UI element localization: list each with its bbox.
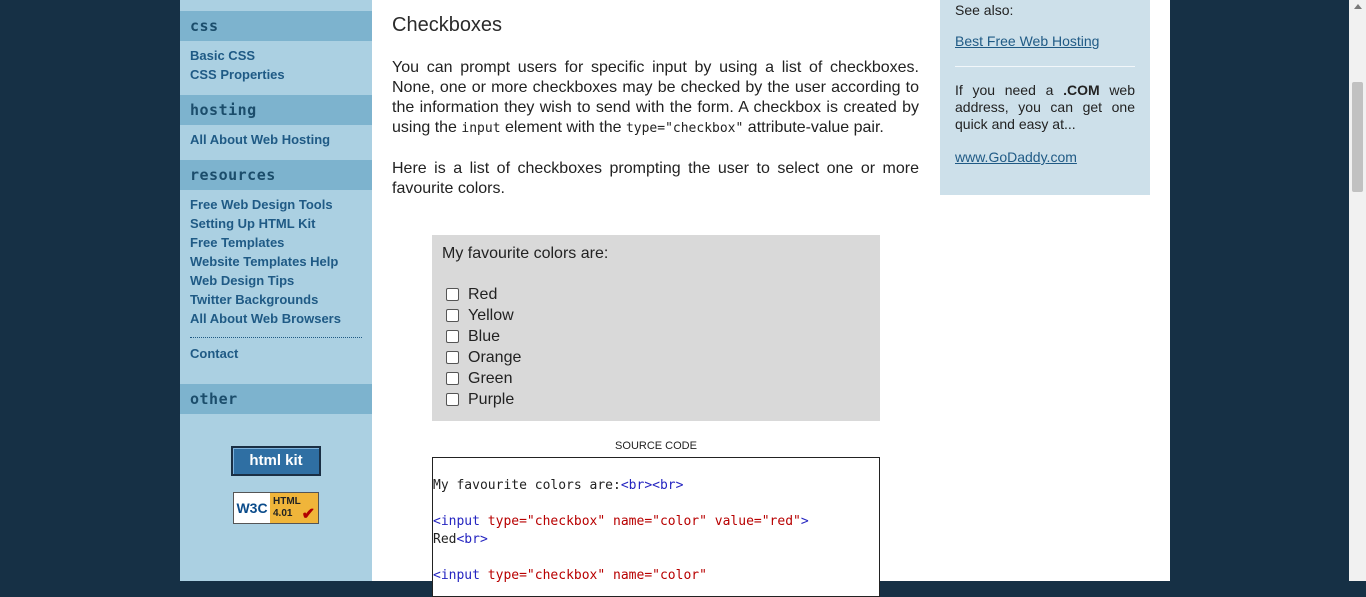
see-also-divider [955, 66, 1135, 67]
source-attrs: type="checkbox" name="color" value="red" [487, 514, 801, 529]
note-text-1: If you need a [955, 82, 1064, 98]
list-paragraph: Here is a list of checkboxes prompting t… [392, 160, 919, 197]
source-code-box: My favourite colors are:<br><br> <input … [432, 457, 880, 597]
source-tag: <br><br> [620, 478, 684, 493]
intro-paragraph: You can prompt users for specific input … [392, 58, 919, 139]
sidebar-link-web-hosting[interactable]: All About Web Hosting [190, 132, 330, 148]
sidebar-link-web-browsers[interactable]: All About Web Browsers [190, 311, 341, 327]
checkbox-box[interactable] [446, 309, 459, 322]
html-label: HTML [273, 496, 301, 507]
sidebar-link-web-design-tips[interactable]: Web Design Tips [190, 273, 294, 289]
page-scrollbar[interactable] [1349, 0, 1366, 581]
checkbox-label: Orange [468, 348, 522, 366]
html-version-label: HTML 4.01 ✔ [270, 493, 318, 523]
source-text: Red [433, 532, 457, 547]
checkbox-label: Purple [468, 390, 515, 408]
note-com: .COM [1063, 82, 1100, 98]
checkbox-box[interactable] [446, 288, 459, 301]
checkbox-label: Red [468, 285, 498, 303]
sidebar-link-free-templates[interactable]: Free Templates [190, 235, 284, 251]
best-free-web-hosting-link[interactable]: Best Free Web Hosting [955, 33, 1099, 49]
source-line: <input type="checkbox" name="color" valu… [433, 513, 809, 531]
checkbox-box[interactable] [446, 351, 459, 364]
scroll-thumb[interactable] [1352, 82, 1363, 192]
checkbox-demo: My favourite colors are: Red Yellow Blue… [432, 235, 880, 421]
sidebar-link-setting-up-html-kit[interactable]: Setting Up HTML Kit [190, 216, 315, 232]
version-label: 4.01 [273, 508, 293, 519]
sidebar-heading-hosting: hosting [180, 95, 372, 125]
scroll-up-icon[interactable] [1354, 4, 1362, 9]
checkbox-purple[interactable]: Purple [446, 389, 514, 410]
checkbox-red[interactable]: Red [446, 284, 497, 305]
page-title: Checkboxes [392, 14, 503, 36]
checkbox-label: Green [468, 369, 513, 387]
sidebar-link-contact[interactable]: Contact [190, 346, 238, 362]
w3c-logo: W3C [236, 500, 268, 516]
domain-note: If you need a .COM web address, you can … [955, 82, 1135, 133]
check-icon: ✔ [301, 506, 315, 523]
sidebar-link-website-templates-help[interactable]: Website Templates Help [190, 254, 338, 270]
intro-text-3: attribute-value pair. [743, 119, 884, 136]
source-line: My favourite colors are:<br><br> [433, 477, 683, 495]
demo-intro: My favourite colors are: [442, 245, 609, 262]
checkbox-box[interactable] [446, 330, 459, 343]
checkbox-label: Blue [468, 327, 501, 345]
source-tag: <br> [456, 532, 488, 547]
sidebar-link-basic-css[interactable]: Basic CSS [190, 48, 255, 64]
godaddy-link[interactable]: www.GoDaddy.com [955, 149, 1077, 165]
sidebar-divider [190, 337, 362, 338]
code-type-checkbox: type="checkbox" [625, 121, 744, 136]
checkbox-blue[interactable]: Blue [446, 326, 500, 347]
source-line: <input type="checkbox" name="color" [433, 567, 707, 585]
sidebar-link-css-properties[interactable]: CSS Properties [190, 67, 285, 83]
checkbox-box[interactable] [446, 393, 459, 406]
source-tag: <input [433, 514, 488, 529]
source-tag: > [800, 514, 809, 529]
source-text: My favourite colors are: [433, 478, 621, 493]
intro-text-2: element with the [500, 119, 626, 136]
html-kit-button[interactable]: html kit [231, 446, 321, 476]
sidebar-heading-resources: resources [180, 160, 372, 190]
w3c-html-badge[interactable]: W3C HTML 4.01 ✔ [233, 492, 319, 524]
source-code-label: SOURCE CODE [615, 440, 697, 452]
see-also-label: See also: [955, 2, 1014, 18]
sidebar-link-twitter-backgrounds[interactable]: Twitter Backgrounds [190, 292, 318, 308]
sidebar-heading-css: css [180, 11, 372, 41]
checkbox-box[interactable] [446, 372, 459, 385]
checkbox-green[interactable]: Green [446, 368, 512, 389]
checkbox-yellow[interactable]: Yellow [446, 305, 514, 326]
code-input: input [461, 121, 501, 136]
sidebar: css Basic CSS CSS Properties hosting All… [180, 0, 372, 581]
sidebar-heading-other: other [180, 384, 372, 414]
see-also-box: See also: Best Free Web Hosting If you n… [940, 0, 1150, 195]
checkbox-orange[interactable]: Orange [446, 347, 521, 368]
sidebar-link-free-web-design-tools[interactable]: Free Web Design Tools [190, 197, 333, 213]
source-line: Red<br> [433, 531, 488, 549]
checkbox-label: Yellow [468, 306, 514, 324]
